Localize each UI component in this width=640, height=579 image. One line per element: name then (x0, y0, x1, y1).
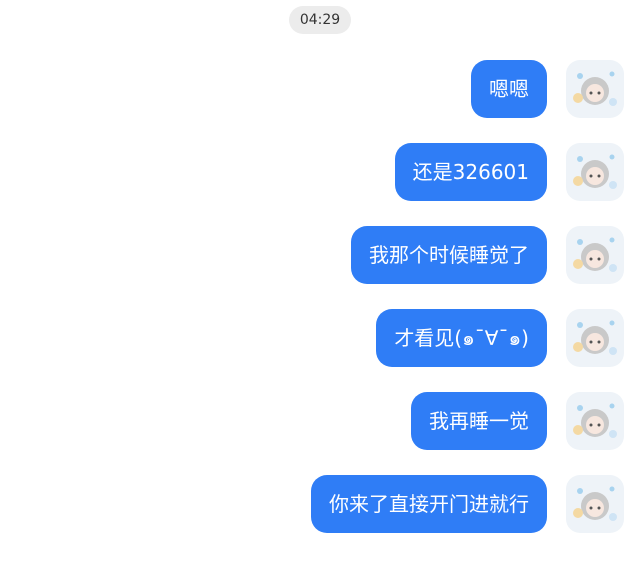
user-avatar-icon[interactable] (566, 309, 624, 367)
user-avatar-icon[interactable] (566, 143, 624, 201)
message-row: 你来了直接开门进就行 (0, 475, 640, 533)
user-avatar-icon[interactable] (566, 60, 624, 118)
user-avatar-icon[interactable] (566, 392, 624, 450)
message-timestamp: 04:29 (289, 6, 351, 34)
message-row: 我那个时候睡觉了 (0, 226, 640, 284)
sent-message-bubble[interactable]: 才看见(๑¯∀¯๑) (376, 309, 547, 367)
message-row: 才看见(๑¯∀¯๑) (0, 309, 640, 367)
user-avatar-icon[interactable] (566, 226, 624, 284)
chat-screen: 04:29 嗯嗯 还是326601 我那个时候睡觉了 才看见(๑¯∀¯๑) 我再… (0, 0, 640, 579)
sent-message-bubble[interactable]: 还是326601 (394, 143, 547, 201)
message-row: 嗯嗯 (0, 60, 640, 118)
sent-message-bubble[interactable]: 嗯嗯 (471, 60, 547, 118)
user-avatar-icon[interactable] (566, 475, 624, 533)
message-row: 我再睡一觉 (0, 392, 640, 450)
sent-message-bubble[interactable]: 我那个时候睡觉了 (351, 226, 547, 284)
sent-message-bubble[interactable]: 我再睡一觉 (411, 392, 547, 450)
sent-message-bubble[interactable]: 你来了直接开门进就行 (311, 475, 547, 533)
message-row: 还是326601 (0, 143, 640, 201)
